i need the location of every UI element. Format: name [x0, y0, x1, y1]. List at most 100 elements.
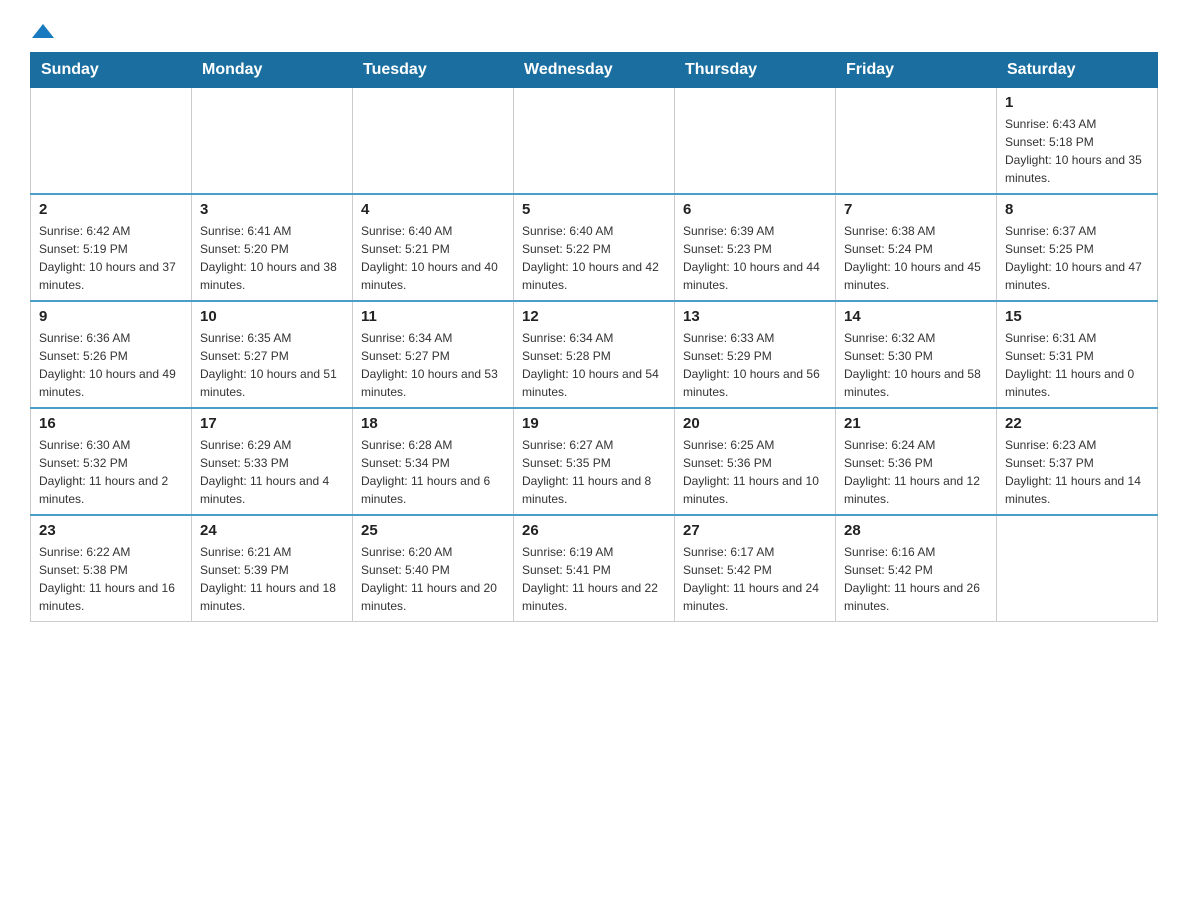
day-number: 2 [39, 201, 183, 218]
day-number: 9 [39, 308, 183, 325]
calendar-cell [192, 88, 353, 195]
day-info: Sunrise: 6:17 AMSunset: 5:42 PMDaylight:… [683, 543, 827, 615]
calendar-header-wednesday: Wednesday [514, 53, 675, 88]
calendar-cell: 16Sunrise: 6:30 AMSunset: 5:32 PMDayligh… [31, 408, 192, 515]
calendar-cell: 22 Sunrise: 6:23 AMSunset: 5:37 PMDayligh… [997, 408, 1158, 515]
day-info: Sunrise: 6:40 AMSunset: 5:21 PMDaylight:… [361, 222, 505, 294]
day-info: Sunrise: 6:32 AMSunset: 5:30 PMDaylight:… [844, 329, 988, 401]
day-info: Sunrise: 6:20 AMSunset: 5:40 PMDaylight:… [361, 543, 505, 615]
day-info: Sunrise: 6:43 AMSunset: 5:18 PMDaylight:… [1005, 115, 1149, 187]
calendar-cell: 17 Sunrise: 6:29 AMSunset: 5:33 PMDayligh… [192, 408, 353, 515]
calendar-cell: 25 Sunrise: 6:20 AMSunset: 5:40 PMDayligh… [353, 515, 514, 622]
day-info: Sunrise: 6:21 AMSunset: 5:39 PMDaylight:… [200, 543, 344, 615]
day-number: 11 [361, 308, 505, 325]
day-number: 21 [844, 415, 988, 432]
day-info: Sunrise: 6:34 AMSunset: 5:27 PMDaylight:… [361, 329, 505, 401]
day-info: Sunrise: 6:38 AMSunset: 5:24 PMDaylight:… [844, 222, 988, 294]
calendar-cell: 18 Sunrise: 6:28 AMSunset: 5:34 PMDayligh… [353, 408, 514, 515]
day-info: Sunrise: 6:34 AMSunset: 5:28 PMDaylight:… [522, 329, 666, 401]
day-number: 8 [1005, 201, 1149, 218]
day-number: 4 [361, 201, 505, 218]
day-info: Sunrise: 6:36 AMSunset: 5:26 PMDaylight:… [39, 329, 183, 401]
day-info: Sunrise: 6:31 AMSunset: 5:31 PMDaylight:… [1005, 329, 1149, 401]
day-number: 14 [844, 308, 988, 325]
day-number: 25 [361, 522, 505, 539]
calendar-cell: 4 Sunrise: 6:40 AMSunset: 5:21 PMDaylight… [353, 194, 514, 301]
calendar-cell [31, 88, 192, 195]
day-info: Sunrise: 6:39 AMSunset: 5:23 PMDaylight:… [683, 222, 827, 294]
logo-triangle-icon [32, 20, 54, 42]
day-info: Sunrise: 6:40 AMSunset: 5:22 PMDaylight:… [522, 222, 666, 294]
calendar-cell: 6 Sunrise: 6:39 AMSunset: 5:23 PMDaylight… [675, 194, 836, 301]
day-info: Sunrise: 6:19 AMSunset: 5:41 PMDaylight:… [522, 543, 666, 615]
calendar-cell: 5 Sunrise: 6:40 AMSunset: 5:22 PMDaylight… [514, 194, 675, 301]
day-info: Sunrise: 6:41 AMSunset: 5:20 PMDaylight:… [200, 222, 344, 294]
calendar-cell: 19Sunrise: 6:27 AMSunset: 5:35 PMDayligh… [514, 408, 675, 515]
day-number: 15 [1005, 308, 1149, 325]
day-number: 28 [844, 522, 988, 539]
day-number: 6 [683, 201, 827, 218]
calendar-cell [836, 88, 997, 195]
calendar-cell: 20 Sunrise: 6:25 AMSunset: 5:36 PMDayligh… [675, 408, 836, 515]
calendar-cell: 2Sunrise: 6:42 AMSunset: 5:19 PMDaylight… [31, 194, 192, 301]
day-number: 10 [200, 308, 344, 325]
day-info: Sunrise: 6:27 AMSunset: 5:35 PMDaylight:… [522, 436, 666, 508]
day-info: Sunrise: 6:33 AMSunset: 5:29 PMDaylight:… [683, 329, 827, 401]
calendar-cell: 15 Sunrise: 6:31 AMSunset: 5:31 PMDayligh… [997, 301, 1158, 408]
day-number: 7 [844, 201, 988, 218]
calendar-header-monday: Monday [192, 53, 353, 88]
day-number: 13 [683, 308, 827, 325]
calendar-cell: 12 Sunrise: 6:34 AMSunset: 5:28 PMDayligh… [514, 301, 675, 408]
calendar-cell: 24 Sunrise: 6:21 AMSunset: 5:39 PMDayligh… [192, 515, 353, 622]
day-info: Sunrise: 6:22 AMSunset: 5:38 PMDaylight:… [39, 543, 183, 615]
logo [30, 20, 54, 42]
day-info: Sunrise: 6:23 AMSunset: 5:37 PMDaylight:… [1005, 436, 1149, 508]
calendar-week-row: 23 Sunrise: 6:22 AMSunset: 5:38 PMDayligh… [31, 515, 1158, 622]
calendar-header-friday: Friday [836, 53, 997, 88]
calendar-table: SundayMondayTuesdayWednesdayThursdayFrid… [30, 52, 1158, 622]
calendar-cell: 28 Sunrise: 6:16 AMSunset: 5:42 PMDayligh… [836, 515, 997, 622]
calendar-week-row: 16Sunrise: 6:30 AMSunset: 5:32 PMDayligh… [31, 408, 1158, 515]
calendar-header-tuesday: Tuesday [353, 53, 514, 88]
calendar-cell: 7 Sunrise: 6:38 AMSunset: 5:24 PMDaylight… [836, 194, 997, 301]
day-info: Sunrise: 6:30 AMSunset: 5:32 PMDaylight:… [39, 436, 183, 508]
page-header [30, 20, 1158, 42]
day-info: Sunrise: 6:25 AMSunset: 5:36 PMDaylight:… [683, 436, 827, 508]
calendar-cell: 3 Sunrise: 6:41 AMSunset: 5:20 PMDaylight… [192, 194, 353, 301]
day-info: Sunrise: 6:16 AMSunset: 5:42 PMDaylight:… [844, 543, 988, 615]
calendar-cell: 26Sunrise: 6:19 AMSunset: 5:41 PMDayligh… [514, 515, 675, 622]
calendar-header-sunday: Sunday [31, 53, 192, 88]
day-number: 18 [361, 415, 505, 432]
calendar-cell: 10 Sunrise: 6:35 AMSunset: 5:27 PMDayligh… [192, 301, 353, 408]
calendar-cell: 11 Sunrise: 6:34 AMSunset: 5:27 PMDayligh… [353, 301, 514, 408]
day-number: 17 [200, 415, 344, 432]
day-number: 27 [683, 522, 827, 539]
day-number: 22 [1005, 415, 1149, 432]
day-number: 24 [200, 522, 344, 539]
calendar-week-row: 9 Sunrise: 6:36 AMSunset: 5:26 PMDaylight… [31, 301, 1158, 408]
calendar-cell: 27 Sunrise: 6:17 AMSunset: 5:42 PMDayligh… [675, 515, 836, 622]
calendar-header-thursday: Thursday [675, 53, 836, 88]
day-info: Sunrise: 6:37 AMSunset: 5:25 PMDaylight:… [1005, 222, 1149, 294]
calendar-cell [353, 88, 514, 195]
calendar-header-saturday: Saturday [997, 53, 1158, 88]
calendar-cell: 14 Sunrise: 6:32 AMSunset: 5:30 PMDayligh… [836, 301, 997, 408]
day-number: 23 [39, 522, 183, 539]
day-info: Sunrise: 6:28 AMSunset: 5:34 PMDaylight:… [361, 436, 505, 508]
day-number: 12 [522, 308, 666, 325]
day-number: 3 [200, 201, 344, 218]
day-info: Sunrise: 6:24 AMSunset: 5:36 PMDaylight:… [844, 436, 988, 508]
calendar-header-row: SundayMondayTuesdayWednesdayThursdayFrid… [31, 53, 1158, 88]
calendar-cell: 23 Sunrise: 6:22 AMSunset: 5:38 PMDayligh… [31, 515, 192, 622]
calendar-cell: 9 Sunrise: 6:36 AMSunset: 5:26 PMDaylight… [31, 301, 192, 408]
calendar-cell [675, 88, 836, 195]
day-number: 5 [522, 201, 666, 218]
day-number: 1 [1005, 94, 1149, 111]
calendar-cell [514, 88, 675, 195]
calendar-week-row: 1 Sunrise: 6:43 AMSunset: 5:18 PMDaylight… [31, 88, 1158, 195]
day-number: 20 [683, 415, 827, 432]
day-info: Sunrise: 6:29 AMSunset: 5:33 PMDaylight:… [200, 436, 344, 508]
calendar-cell: 13 Sunrise: 6:33 AMSunset: 5:29 PMDayligh… [675, 301, 836, 408]
day-info: Sunrise: 6:35 AMSunset: 5:27 PMDaylight:… [200, 329, 344, 401]
calendar-cell: 21 Sunrise: 6:24 AMSunset: 5:36 PMDayligh… [836, 408, 997, 515]
